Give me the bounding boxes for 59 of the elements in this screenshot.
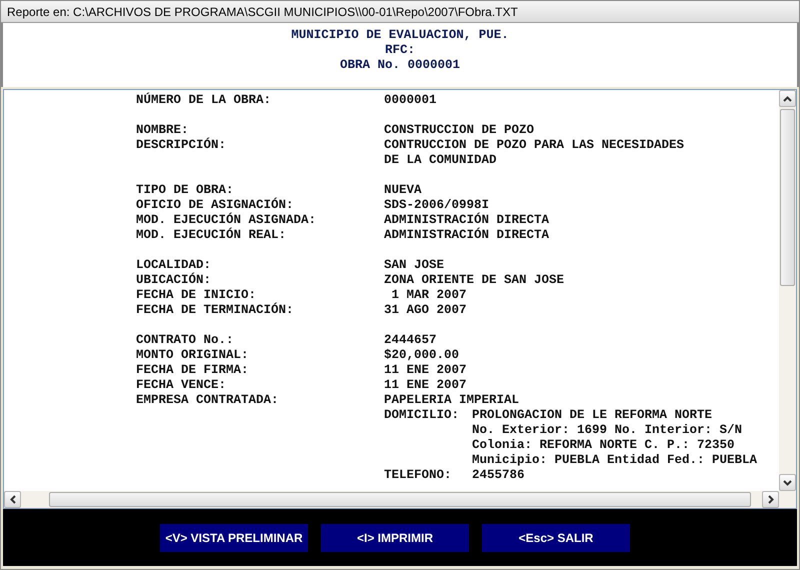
field-label: TIPO DE OBRA: [136,183,234,197]
field-value: 11 ENE 2007 [384,378,467,392]
action-button[interactable]: <Esc> SALIR [482,524,630,552]
field-value: CONTRUCCION DE POZO PARA LAS NECESIDADES [384,138,684,152]
field-label: DOMICILIO: [384,408,460,422]
action-button[interactable]: <V> VISTA PRELIMINAR [160,524,308,552]
scroll-left-button[interactable] [4,491,21,508]
field-value: ADMINISTRACIÓN DIRECTA [384,228,550,242]
field-value: CONSTRUCCION DE POZO [384,123,534,137]
field-value: NUEVA [384,183,422,197]
vertical-scrollbar[interactable] [779,90,796,491]
field-value: 2455786 [472,468,525,482]
report-heading: OBRA No. 0000001 [338,58,462,73]
field-value: Municipio: PUEBLA Entidad Fed.: PUEBLA [472,453,758,467]
chevron-down-icon [783,480,792,486]
field-value: 31 AGO 2007 [384,303,467,317]
field-value: ADMINISTRACIÓN DIRECTA [384,213,550,227]
field-label: NOMBRE: [136,123,189,137]
field-value: PROLONGACION DE LE REFORMA NORTE [472,408,712,422]
report-heading: RFC: [384,43,416,58]
field-value: $20,000.00 [384,348,460,362]
field-label: OFICIO DE ASIGNACIÓN: [136,198,294,212]
field-label: FECHA VENCE: [136,378,226,392]
report-heading: MUNICIPIO DE EVALUACION, PUE. [290,28,510,43]
scroll-right-button[interactable] [762,491,779,508]
field-label: FECHA DE TERMINACIÓN: [136,303,294,317]
chevron-right-icon [768,495,774,504]
field-value: ZONA ORIENTE DE SAN JOSE [384,273,564,287]
field-value: SAN JOSE [384,258,444,272]
action-button[interactable]: <I> IMPRIMIR [321,524,469,552]
field-label: NÚMERO DE LA OBRA: [136,93,272,107]
field-value: 2444657 [384,333,437,347]
scroll-thumb[interactable] [780,109,795,286]
field-value: Colonia: REFORMA NORTE C. P.: 72350 [472,438,735,452]
field-label: MOD. EJECUCIÓN ASIGNADA: [136,213,316,227]
field-value: SDS-2006/0998I [384,198,490,212]
field-label: EMPRESA CONTRATADA: [136,393,279,407]
chevron-left-icon [10,495,16,504]
field-label: LOCALIDAD: [136,258,212,272]
field-value: PAPELERIA IMPERIAL [384,393,520,407]
field-label: FECHA DE INICIO: [136,288,256,302]
field-value: No. Exterior: 1699 No. Interior: S/N [472,423,742,437]
field-label: MONTO ORIGINAL: [136,348,249,362]
field-value: 1 MAR 2007 [390,288,467,302]
field-value: 0000001 [384,93,437,107]
field-value: DE LA COMUNIDAD [384,153,497,167]
field-label: UBICACIÓN: [136,273,212,287]
scroll-thumb[interactable] [49,492,751,507]
field-label: FECHA DE FIRMA: [136,363,249,377]
scroll-down-button[interactable] [779,474,796,491]
field-label: MOD. EJECUCIÓN REAL: [136,228,286,242]
chevron-up-icon [783,96,792,102]
horizontal-scrollbar[interactable] [4,491,796,508]
field-label: DESCRIPCIÓN: [136,138,226,152]
field-label: TELEFONO: [384,468,452,482]
field-label: CONTRATO No.: [136,333,234,347]
field-value: 11 ENE 2007 [384,363,467,377]
scroll-up-button[interactable] [779,90,796,107]
window-title: Reporte en: C:\ARCHIVOS DE PROGRAMA\SCGII MUNICIPIOS\\00-01\Repo\2007\FObra.TXT [7,4,518,18]
